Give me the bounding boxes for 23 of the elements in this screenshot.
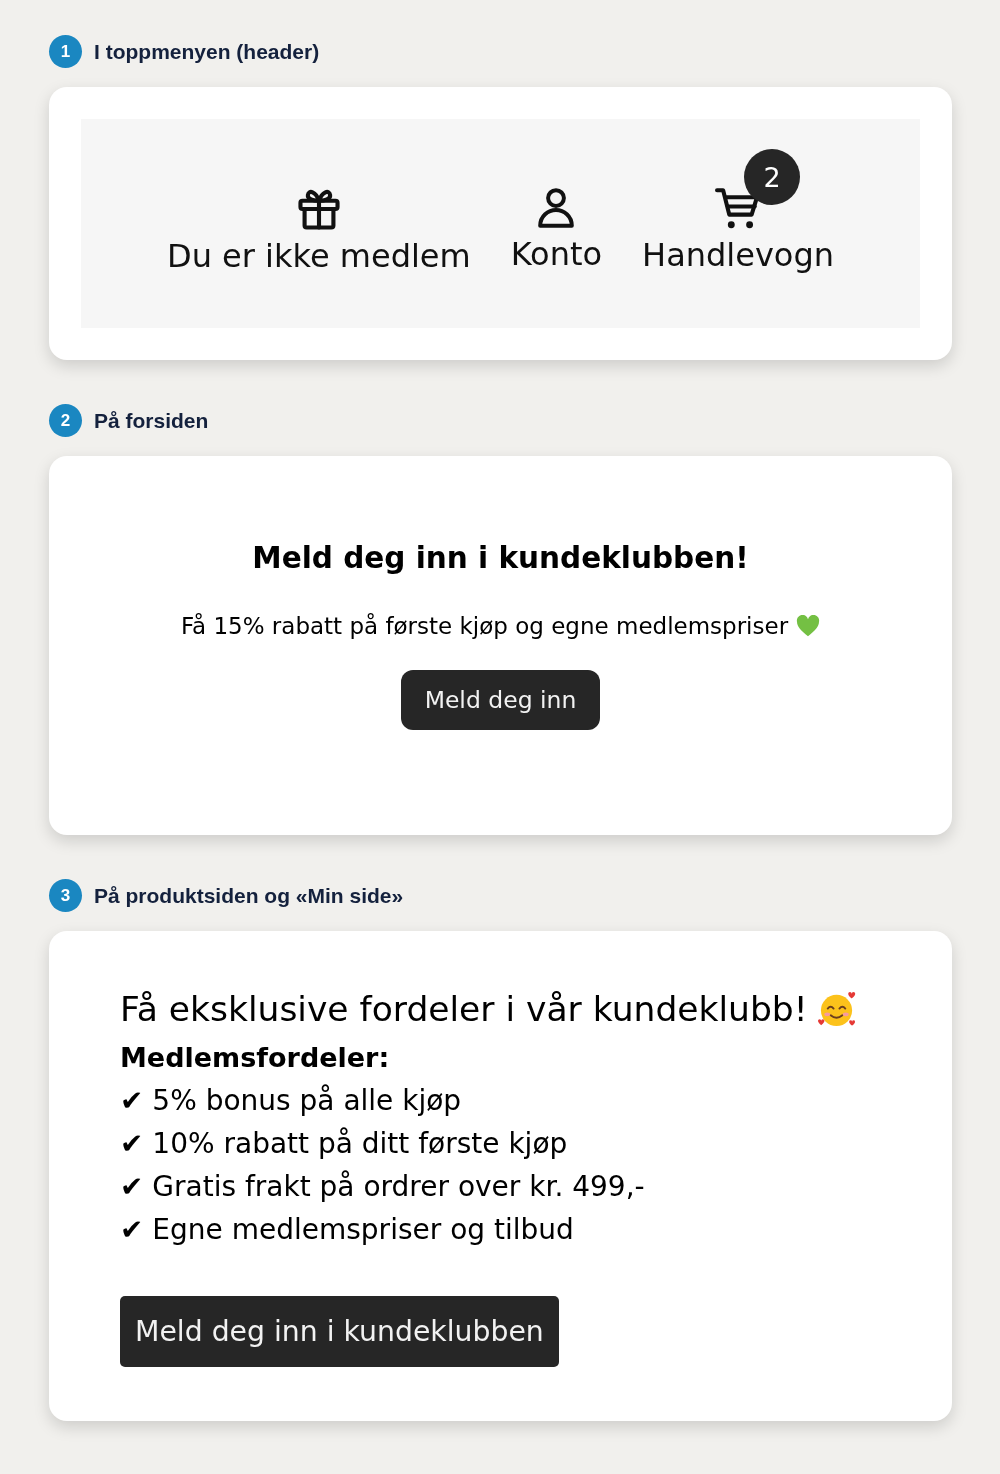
- account-link[interactable]: Konto: [510, 188, 603, 274]
- benefit-item: ✔ 10% rabatt på ditt første kjøp: [120, 1126, 568, 1162]
- membership-link[interactable]: Du er ikke medlem: [167, 188, 471, 276]
- benefit-item: ✔ Gratis frakt på ordrer over kr. 499,-: [120, 1169, 645, 1205]
- join-club-button[interactable]: Meld deg inn i kundeklubben: [120, 1296, 559, 1367]
- benefits-title: Få eksklusive fordeler i vår kundeklubb!: [120, 988, 808, 1031]
- benefits-subtitle: Medlemsfordeler:: [120, 1041, 390, 1075]
- promo-text: Få 15% rabatt på første kjøp og egne medlemspriser: [180, 612, 789, 641]
- smiling-face-icon: [817, 990, 856, 1028]
- section-label: På forsiden: [94, 408, 209, 433]
- step-number: 1: [49, 35, 82, 68]
- section-label: I toppmenyen (header): [94, 39, 320, 64]
- join-button[interactable]: Meld deg inn: [400, 670, 601, 730]
- person-icon: [538, 188, 575, 228]
- section-label: På produktsiden og «Min side»: [94, 883, 404, 908]
- benefit-item: ✔ 5% bonus på alle kjøp: [120, 1083, 462, 1119]
- benefit-item: ✔ Egne medlemspriser og tilbud: [120, 1212, 574, 1248]
- gift-icon: [297, 188, 340, 230]
- promo-heading: Meld deg inn i kundeklubben!: [252, 540, 749, 577]
- step-number: 3: [49, 879, 82, 912]
- heart-icon: [796, 615, 821, 637]
- cart-count: 2: [744, 149, 801, 205]
- step-number: 2: [49, 404, 82, 437]
